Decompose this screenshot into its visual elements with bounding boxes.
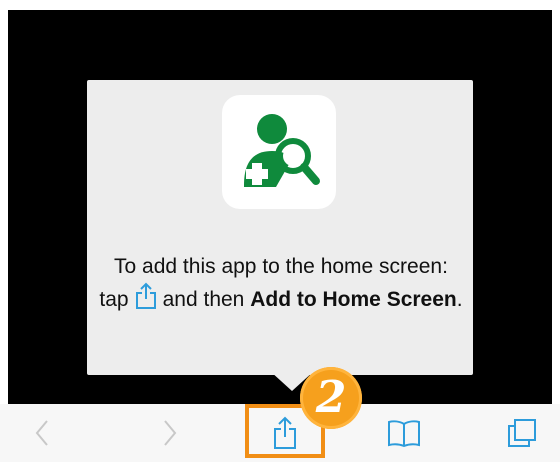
bookmarks-button[interactable] [382, 404, 426, 462]
forward-button[interactable] [150, 404, 190, 462]
screen: To add this app to the home screen: tap … [0, 0, 560, 462]
instruction-bold-action: Add to Home Screen [250, 288, 457, 311]
app-icon [222, 95, 336, 209]
user-search-plus-icon [244, 114, 320, 187]
back-button[interactable] [22, 404, 62, 462]
instruction-text-middle: and then [162, 288, 245, 311]
book-icon [388, 420, 420, 448]
instruction-text: To add this app to the home screen: tap … [97, 251, 465, 319]
share-icon [135, 282, 157, 319]
tabs-icon [508, 419, 536, 447]
step-number-badge: 2 [300, 367, 362, 429]
chevron-left-icon [35, 420, 48, 446]
chevron-right-icon [164, 420, 177, 446]
tabs-button[interactable] [502, 404, 542, 462]
instruction-text-end: . [456, 288, 463, 311]
